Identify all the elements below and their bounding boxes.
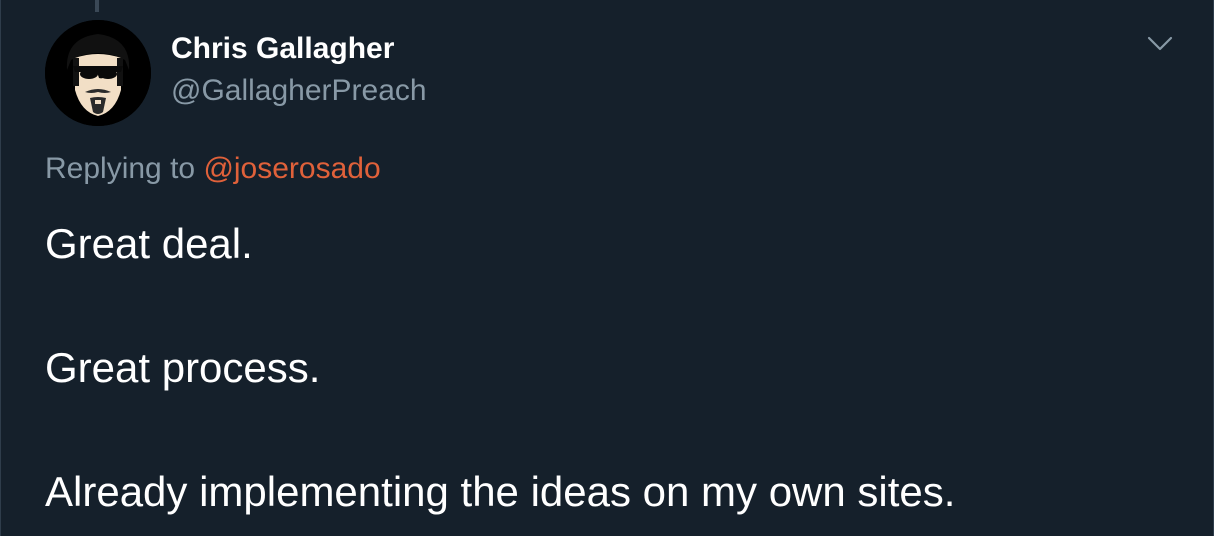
avatar[interactable] <box>45 20 151 126</box>
tweet-text-line: Great deal. <box>45 220 253 267</box>
tweet-text-line: Great process. <box>45 344 321 391</box>
display-name[interactable]: Chris Gallagher <box>171 30 394 68</box>
tweet-card[interactable]: Chris Gallagher @GallagherPreach Replyin… <box>0 0 1214 536</box>
reply-mention-link[interactable]: @joserosado <box>203 152 380 185</box>
user-handle[interactable]: @GallagherPreach <box>171 72 427 110</box>
tweet-text-line: Already implementing the ideas on my own… <box>45 468 956 515</box>
thread-connector-line <box>95 0 99 12</box>
replying-to-line: Replying to @joserosado <box>45 150 381 188</box>
replying-to-label: Replying to <box>45 152 196 185</box>
chevron-down-icon[interactable] <box>1145 32 1175 56</box>
avatar-face-icon <box>45 20 151 126</box>
